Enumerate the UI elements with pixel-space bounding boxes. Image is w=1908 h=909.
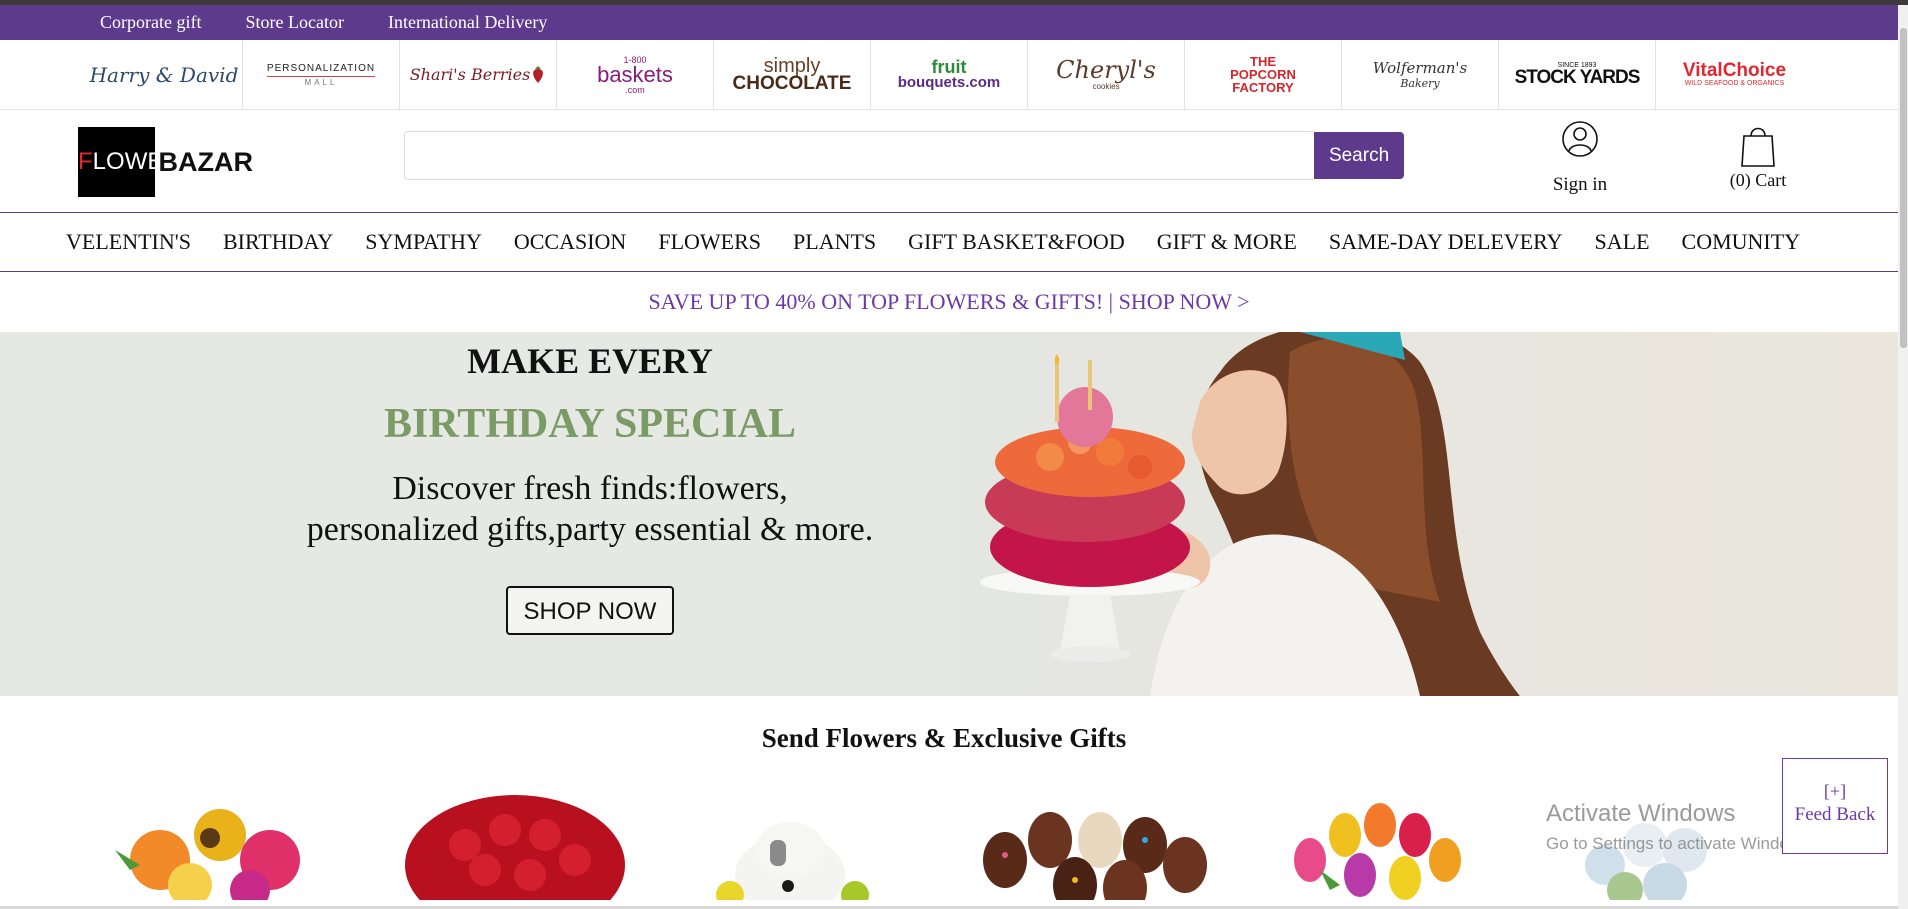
tulips-image: [1294, 803, 1461, 900]
search-bar: Search: [404, 131, 1404, 180]
hero-image: [960, 332, 1898, 696]
partner-brands-row: Harry & David PERSONALIZATION MALL Shari'…: [0, 39, 1898, 110]
product-card-baby-gift[interactable]: [1565, 790, 1795, 908]
nav-same-day-delivery[interactable]: SAME-DAY DELEVERY: [1329, 229, 1563, 255]
feedback-button[interactable]: [+] Feed Back: [1782, 758, 1888, 854]
site-header: FLOWERS BAZAR Search Sign in (0) Cart: [0, 110, 1898, 212]
puppy-flower-arrangement-image: [716, 822, 869, 909]
promo-banner: SAVE UP TO 40% ON TOP FLOWERS & GIFTS! |…: [0, 272, 1898, 332]
search-button[interactable]: Search: [1314, 132, 1404, 179]
brand-simply-chocolate-logo[interactable]: simply CHOCOLATE: [714, 39, 871, 110]
brand-stock-yards-logo[interactable]: SINCE 1893 STOCK YARDS: [1499, 39, 1656, 110]
chocolate-strawberries-image: [983, 812, 1207, 909]
strawberry-icon: [533, 65, 544, 83]
hero-headline: MAKE EVERY: [467, 341, 713, 381]
nav-valentins[interactable]: VELENTIN'S: [66, 229, 191, 255]
cart-label: (0) Cart: [1729, 170, 1787, 190]
mixed-bouquet-image: [115, 809, 300, 909]
brand-personalization-mall-logo[interactable]: PERSONALIZATION MALL: [243, 39, 400, 110]
nav-sympathy[interactable]: SYMPATHY: [365, 229, 482, 255]
utility-bar: Corporate gift Store Locator Internation…: [0, 5, 1898, 40]
product-card-mixed-bouquet[interactable]: [110, 790, 340, 909]
shop-now-button[interactable]: SHOP NOW: [505, 586, 675, 635]
nav-occasion[interactable]: OCCASION: [514, 229, 626, 255]
hero-copy: MAKE EVERY BIRTHDAY SPECIAL Discover fre…: [190, 332, 990, 635]
brand-wolfermans-bakery-logo[interactable]: Wolferman's Bakery: [1342, 39, 1499, 110]
feedback-label: Feed Back: [1794, 804, 1876, 825]
brand-fruit-bouquets-logo[interactable]: fruit bouquets.com: [871, 39, 1028, 110]
product-card-tulips[interactable]: [1270, 790, 1500, 900]
expand-icon: [+]: [1823, 781, 1847, 801]
promo-link[interactable]: SAVE UP TO 40% ON TOP FLOWERS & GIFTS! |…: [648, 289, 1249, 315]
section-title: Send Flowers & Exclusive Gifts: [761, 723, 1127, 753]
nav-sale[interactable]: SALE: [1595, 229, 1650, 255]
search-input[interactable]: [404, 131, 1315, 180]
logo-wordmark: BAZAR: [158, 146, 254, 177]
brand-1800-baskets-logo[interactable]: 1-800 baskets .com: [557, 39, 714, 110]
hero-description: Discover fresh finds:flowers, personaliz…: [306, 470, 874, 548]
sign-in-label: Sign in: [1552, 174, 1608, 195]
sign-in-button[interactable]: Sign in: [1543, 120, 1617, 210]
brand-harry-david-logo[interactable]: Harry & David: [86, 39, 243, 110]
nav-gift-more[interactable]: GIFT & MORE: [1157, 229, 1297, 255]
brand-cheryls-cookies-logo[interactable]: Cheryl's cookies: [1028, 39, 1185, 110]
hero-banner: MAKE EVERY BIRTHDAY SPECIAL Discover fre…: [0, 332, 1898, 696]
logo-mark: FLOWERS: [78, 127, 155, 197]
user-icon: [1562, 121, 1598, 157]
nav-community[interactable]: COMUNITY: [1682, 229, 1801, 255]
brand-sharis-berries-logo[interactable]: Shari's Berries: [400, 39, 557, 110]
store-locator-link[interactable]: Store Locator: [245, 12, 343, 33]
nav-gift-basket-food[interactable]: GIFT BASKET&FOOD: [908, 229, 1125, 255]
international-delivery-link[interactable]: International Delivery: [388, 12, 547, 33]
hero-subheadline: BIRTHDAY SPECIAL: [383, 401, 797, 447]
nav-birthday[interactable]: BIRTHDAY: [223, 229, 333, 255]
red-roses-image: [405, 795, 625, 909]
product-grid: [0, 790, 1898, 909]
cart-button[interactable]: (0) Cart: [1708, 124, 1808, 204]
birthday-woman-with-flower-cake-image: [980, 332, 1520, 696]
nav-plants[interactable]: PLANTS: [793, 229, 876, 255]
product-card-puppy-arrangement[interactable]: [700, 790, 930, 909]
scrollbar-thumb[interactable]: [1900, 28, 1907, 348]
flowers-bazar-logo[interactable]: FLOWERS BAZAR: [78, 127, 253, 197]
corporate-gift-link[interactable]: Corporate gift: [100, 12, 201, 33]
shopping-bag-icon: [1741, 127, 1775, 167]
product-card-red-roses[interactable]: [405, 790, 635, 909]
product-card-chocolate-strawberries[interactable]: [965, 790, 1207, 909]
main-navigation: VELENTIN'S BIRTHDAY SYMPATHY OCCASION FL…: [0, 212, 1898, 272]
baby-gift-basket-image: [1585, 823, 1707, 908]
brand-popcorn-factory-logo[interactable]: THE POPCORN FACTORY: [1185, 39, 1342, 110]
brand-vital-choice-logo[interactable]: VitalChoice WILD SEAFOOD & ORGANICS: [1656, 40, 1813, 110]
nav-flowers[interactable]: FLOWERS: [658, 229, 761, 255]
